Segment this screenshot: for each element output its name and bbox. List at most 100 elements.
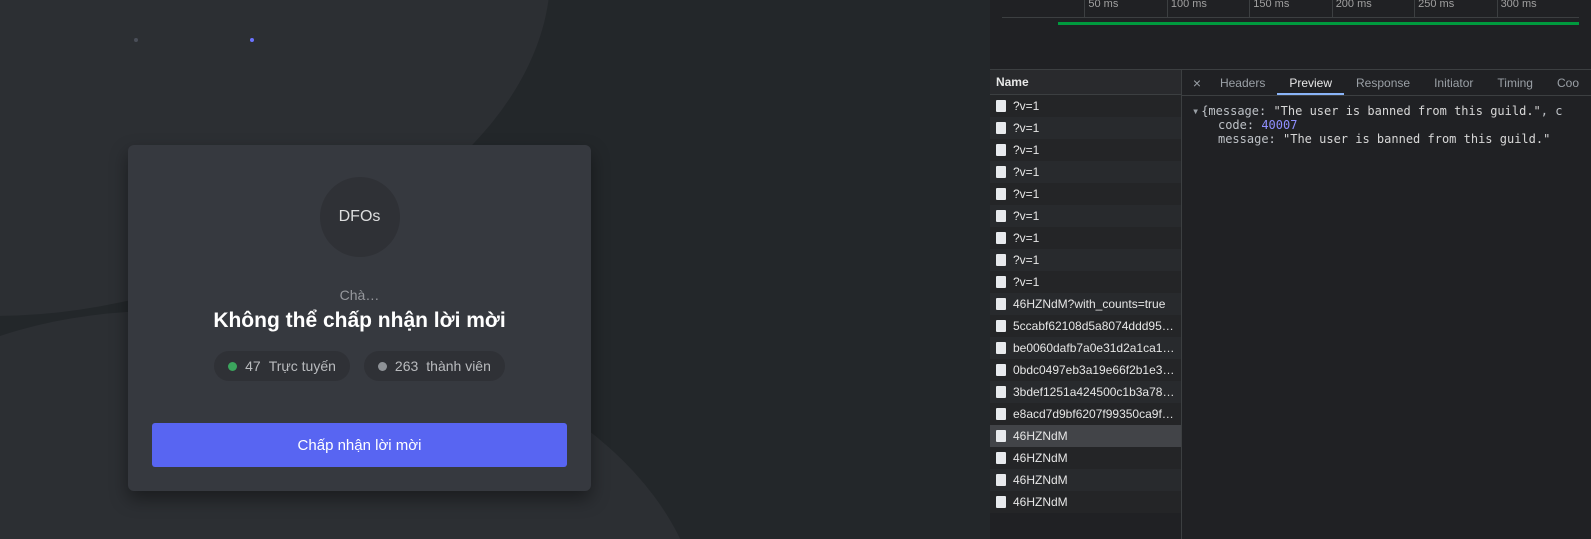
network-row[interactable]: 46HZNdM?with_counts=true [990, 293, 1181, 315]
request-name: 46HZNdM [1013, 473, 1068, 487]
document-icon [996, 232, 1006, 244]
document-icon [996, 386, 1006, 398]
preview-line-message: message: "The user is banned from this g… [1192, 132, 1581, 146]
document-icon [996, 144, 1006, 156]
request-name: ?v=1 [1013, 231, 1039, 245]
discord-invite-pane: DFOs Chà… Không thể chấp nhận lời mời 47… [0, 0, 990, 539]
network-row[interactable]: 3bdef1251a424500c1b3a78de… [990, 381, 1181, 403]
document-icon [996, 408, 1006, 420]
members-label: thành viên [426, 358, 491, 374]
tab-cookies[interactable]: Coo [1545, 70, 1591, 95]
close-icon[interactable]: × [1186, 75, 1208, 91]
timeline-ruler: 50 ms 100 ms 150 ms 200 ms 250 ms 300 ms [1002, 0, 1579, 18]
request-name: 46HZNdM [1013, 429, 1068, 443]
expand-arrow-icon[interactable]: ▾ [1192, 104, 1199, 118]
online-dot-icon [228, 362, 237, 371]
document-icon [996, 100, 1006, 112]
guild-avatar: DFOs [320, 177, 400, 257]
network-row[interactable]: ?v=1 [990, 183, 1181, 205]
network-request-list: Name ?v=1 ?v=1 ?v=1 ?v=1 ?v=1 ?v=1 ?v=1 ?v=1 ?v=… [990, 70, 1182, 539]
timeline-tick: 150 ms [1249, 0, 1289, 18]
request-name: 46HZNdM [1013, 451, 1068, 465]
network-row[interactable]: ?v=1 [990, 161, 1181, 183]
guild-initials: DFOs [339, 208, 381, 226]
request-name: ?v=1 [1013, 275, 1039, 289]
request-name: 3bdef1251a424500c1b3a78de… [1013, 385, 1175, 399]
request-name: ?v=1 [1013, 187, 1039, 201]
request-name: be0060dafb7a0e31d2a1ca17c… [1013, 341, 1175, 355]
timeline-tick: 50 ms [1084, 0, 1118, 18]
document-icon [996, 122, 1006, 134]
timeline-tick: 250 ms [1414, 0, 1454, 18]
network-row[interactable]: ?v=1 [990, 139, 1181, 161]
members-pill: 263 thành viên [364, 351, 505, 381]
online-pill: 47 Trực tuyến [214, 351, 350, 381]
devtools-panel: 50 ms 100 ms 150 ms 200 ms 250 ms 300 ms Name… [990, 0, 1591, 539]
accept-label: Chấp nhận lời mời [298, 437, 422, 454]
network-row[interactable]: 46HZNdM [990, 425, 1181, 447]
network-row[interactable]: 46HZNdM [990, 491, 1181, 513]
document-icon [996, 364, 1006, 376]
star-icon [250, 38, 254, 42]
tab-headers[interactable]: Headers [1208, 70, 1277, 95]
request-name: 46HZNdM [1013, 495, 1068, 509]
network-row[interactable]: ?v=1 [990, 249, 1181, 271]
document-icon [996, 276, 1006, 288]
network-row[interactable]: ?v=1 [990, 95, 1181, 117]
tab-preview[interactable]: Preview [1277, 70, 1344, 95]
document-icon [996, 496, 1006, 508]
tab-timing[interactable]: Timing [1485, 70, 1545, 95]
network-row[interactable]: ?v=1 [990, 117, 1181, 139]
column-header-name[interactable]: Name [990, 70, 1181, 95]
document-icon [996, 188, 1006, 200]
timeline-tick: 300 ms [1497, 0, 1537, 18]
timeline-strip [1002, 18, 1579, 70]
members-count: 263 [395, 358, 418, 374]
timeline-bar [1058, 22, 1579, 25]
document-icon [996, 474, 1006, 486]
preview-body[interactable]: ▾{message: "The user is banned from this… [1182, 96, 1591, 539]
request-name: ?v=1 [1013, 165, 1039, 179]
request-name: ?v=1 [1013, 209, 1039, 223]
request-name: 46HZNdM?with_counts=true [1013, 297, 1165, 311]
document-icon [996, 452, 1006, 464]
network-row[interactable]: e8acd7d9bf6207f99350ca9f9e… [990, 403, 1181, 425]
members-dot-icon [378, 362, 387, 371]
document-icon [996, 210, 1006, 222]
request-name: e8acd7d9bf6207f99350ca9f9e… [1013, 407, 1175, 421]
request-detail-panel: × Headers Preview Response Initiator Tim… [1182, 70, 1591, 539]
document-icon [996, 430, 1006, 442]
greeting-text: Chà… [340, 287, 380, 303]
timeline-tick: 200 ms [1332, 0, 1372, 18]
tab-response[interactable]: Response [1344, 70, 1422, 95]
network-row[interactable]: 0bdc0497eb3a19e66f2b1e3d5… [990, 359, 1181, 381]
detail-tabs: × Headers Preview Response Initiator Tim… [1182, 70, 1591, 96]
document-icon [996, 342, 1006, 354]
document-icon [996, 254, 1006, 266]
network-row[interactable]: ?v=1 [990, 205, 1181, 227]
request-name: ?v=1 [1013, 99, 1039, 113]
document-icon [996, 298, 1006, 310]
tab-initiator[interactable]: Initiator [1422, 70, 1485, 95]
invite-title: Không thể chấp nhận lời mời [213, 309, 505, 333]
network-row[interactable]: 46HZNdM [990, 447, 1181, 469]
request-name: ?v=1 [1013, 143, 1039, 157]
accept-invite-button[interactable]: Chấp nhận lời mời [152, 423, 567, 467]
timeline-tick: 100 ms [1167, 0, 1207, 18]
network-row[interactable]: ?v=1 [990, 271, 1181, 293]
network-row[interactable]: be0060dafb7a0e31d2a1ca17c… [990, 337, 1181, 359]
network-row[interactable]: 46HZNdM [990, 469, 1181, 491]
network-timeline[interactable]: 50 ms 100 ms 150 ms 200 ms 250 ms 300 ms [990, 0, 1591, 70]
network-row[interactable]: 5ccabf62108d5a8074ddd95af… [990, 315, 1181, 337]
online-label: Trực tuyến [269, 358, 336, 374]
network-row[interactable]: ?v=1 [990, 227, 1181, 249]
document-icon [996, 166, 1006, 178]
preview-line-summary: ▾{message: "The user is banned from this… [1192, 104, 1581, 118]
request-name: 5ccabf62108d5a8074ddd95af… [1013, 319, 1175, 333]
invite-card: DFOs Chà… Không thể chấp nhận lời mời 47… [128, 145, 591, 491]
online-count: 47 [245, 358, 261, 374]
request-name: 0bdc0497eb3a19e66f2b1e3d5… [1013, 363, 1175, 377]
star-icon [134, 38, 138, 42]
preview-line-code: code: 40007 [1192, 118, 1581, 132]
stats-row: 47 Trực tuyến 263 thành viên [214, 351, 505, 381]
